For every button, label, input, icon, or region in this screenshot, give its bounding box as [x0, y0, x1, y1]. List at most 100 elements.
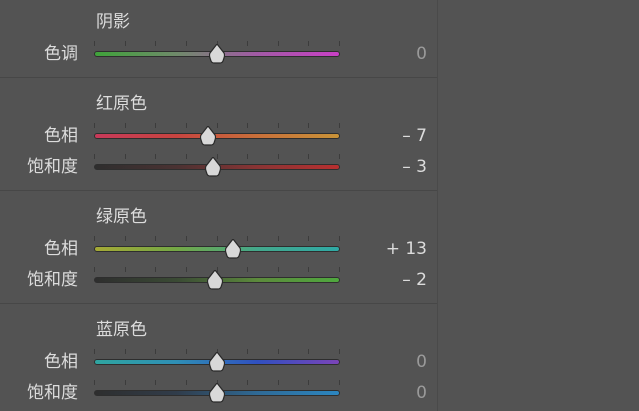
slider-tick: [278, 154, 279, 159]
empty-workspace-area: [438, 0, 639, 411]
slider-row-blue-saturation: 饱和度 0: [0, 379, 437, 407]
section-title: 阴影: [96, 12, 130, 32]
slider-tick: [217, 123, 218, 128]
slider-tick: [155, 380, 156, 385]
slider-tick: [339, 123, 340, 128]
slider-tick: [186, 236, 187, 241]
slider-tick: [308, 154, 309, 159]
slider-tick: [247, 267, 248, 272]
slider-tick: [186, 154, 187, 159]
section-title: 红原色: [96, 94, 147, 114]
slider-tick: [94, 267, 95, 272]
slider-tick: [278, 236, 279, 241]
slider-label: 饱和度: [27, 157, 78, 177]
slider-value: 0: [416, 44, 427, 64]
slider-tick: [155, 267, 156, 272]
slider-tick: [247, 41, 248, 46]
slider-tick: [308, 380, 309, 385]
slider-tick: [125, 236, 126, 241]
slider-tick: [339, 349, 340, 354]
slider-tick: [94, 154, 95, 159]
section-red-primary: 红原色 色相 – 7 饱和度 – 3: [0, 78, 437, 191]
slider-label: 色相: [44, 352, 78, 372]
section-title: 绿原色: [96, 207, 147, 227]
green-hue-slider-thumb[interactable]: [224, 239, 241, 259]
slider-tick: [155, 236, 156, 241]
section-green-primary: 绿原色 色相 + 13 饱和度 – 2: [0, 191, 437, 304]
slider-tick: [94, 41, 95, 46]
hsl-adjustment-panel: 阴影 色调 0 红原色 色相 – 7 饱和度 – 3 绿原色 色相 + 13 饱…: [0, 0, 438, 411]
slider-tick: [217, 236, 218, 241]
red-hue-slider-track[interactable]: [94, 133, 340, 139]
slider-tick: [247, 380, 248, 385]
slider-tick: [186, 349, 187, 354]
slider-tick: [125, 123, 126, 128]
slider-value: 0: [416, 352, 427, 372]
slider-tick: [186, 267, 187, 272]
slider-tick: [339, 41, 340, 46]
slider-tick: [125, 154, 126, 159]
red-saturation-slider-thumb[interactable]: [205, 157, 222, 177]
slider-value: – 2: [402, 270, 427, 290]
slider-tick: [125, 41, 126, 46]
slider-value: 0: [416, 383, 427, 403]
slider-tick: [278, 380, 279, 385]
slider-tick: [125, 267, 126, 272]
slider-tick: [94, 349, 95, 354]
slider-label: 饱和度: [27, 270, 78, 290]
slider-label: 色相: [44, 239, 78, 259]
slider-tick: [94, 236, 95, 241]
slider-label: 饱和度: [27, 383, 78, 403]
section-title: 蓝原色: [96, 320, 147, 340]
slider-tick: [308, 267, 309, 272]
slider-label: 色调: [44, 44, 78, 64]
slider-tick: [125, 380, 126, 385]
slider-value: – 3: [402, 157, 427, 177]
slider-tick: [339, 154, 340, 159]
slider-tick: [308, 349, 309, 354]
slider-tick: [278, 123, 279, 128]
section-blue-primary: 蓝原色 色相 0 饱和度 0: [0, 304, 437, 411]
slider-row-green-hue: 色相 + 13: [0, 235, 437, 263]
slider-tick: [278, 349, 279, 354]
slider-ticks: [94, 236, 340, 242]
slider-tick: [339, 267, 340, 272]
slider-tick: [278, 41, 279, 46]
slider-value: + 13: [385, 239, 427, 259]
slider-tick: [155, 349, 156, 354]
slider-tick: [186, 41, 187, 46]
slider-tick: [308, 41, 309, 46]
green-hue-slider-track[interactable]: [94, 246, 340, 252]
slider-row-blue-hue: 色相 0: [0, 348, 437, 376]
slider-tick: [94, 123, 95, 128]
red-hue-slider-thumb[interactable]: [200, 126, 217, 146]
slider-tick: [247, 236, 248, 241]
slider-label: 色相: [44, 126, 78, 146]
slider-row-red-hue: 色相 – 7: [0, 122, 437, 150]
slider-row-shadows-tint: 色调 0: [0, 40, 437, 68]
slider-tick: [247, 123, 248, 128]
section-shadows: 阴影 色调 0: [0, 0, 437, 78]
slider-tick: [94, 380, 95, 385]
slider-tick: [308, 123, 309, 128]
slider-tick: [308, 236, 309, 241]
slider-value: – 7: [402, 126, 427, 146]
blue-hue-slider-thumb[interactable]: [209, 352, 225, 372]
slider-row-red-saturation: 饱和度 – 3: [0, 153, 437, 181]
slider-row-green-saturation: 饱和度 – 2: [0, 266, 437, 294]
slider-tick: [155, 41, 156, 46]
slider-tick: [278, 267, 279, 272]
slider-tick: [125, 349, 126, 354]
slider-tick: [339, 380, 340, 385]
slider-tick: [155, 154, 156, 159]
slider-tick: [339, 236, 340, 241]
green-saturation-slider-thumb[interactable]: [206, 270, 223, 290]
slider-tick: [186, 380, 187, 385]
slider-tick: [247, 349, 248, 354]
blue-saturation-slider-thumb[interactable]: [209, 383, 225, 403]
slider-tick: [155, 123, 156, 128]
slider-tick: [186, 123, 187, 128]
slider-ticks: [94, 123, 340, 129]
slider-tick: [247, 154, 248, 159]
shadows-tint-slider-thumb[interactable]: [209, 44, 225, 64]
